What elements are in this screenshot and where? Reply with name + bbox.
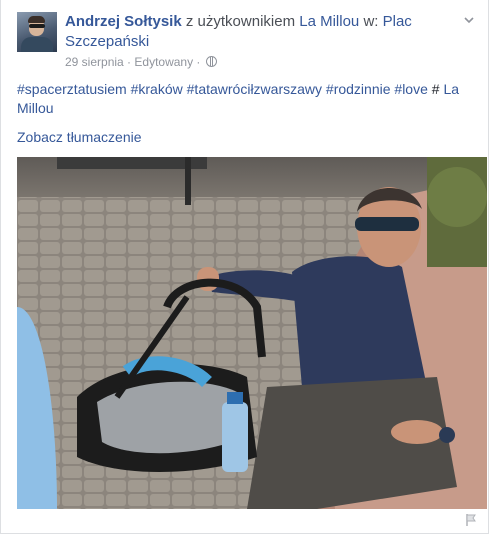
post-photo[interactable]: [17, 157, 487, 509]
hashtag-tatawrocilzwarszawy[interactable]: #tatawróciłzwarszawy: [187, 81, 322, 97]
at-text: w:: [359, 13, 383, 30]
see-translation-link[interactable]: Zobacz tłumaczenie: [17, 129, 142, 145]
post-header: Andrzej Sołtysik z użytkownikiem La Mill…: [17, 12, 476, 70]
post-text: #spacerztatusiem #kraków #tatawróciłzwar…: [17, 80, 477, 118]
post-date[interactable]: 29 sierpnia: [65, 55, 124, 69]
globe-icon[interactable]: [205, 56, 217, 67]
chevron-down-icon[interactable]: [462, 13, 476, 27]
hashtag-spacerztatusiem[interactable]: #spacerztatusiem: [17, 81, 127, 97]
hashtag-love[interactable]: #love: [394, 81, 427, 97]
post-heading: Andrzej Sołtysik z użytkownikiem La Mill…: [65, 12, 450, 70]
meta-separator: ·: [123, 55, 135, 69]
hashtag-rodzinnie[interactable]: #rodzinnie: [326, 81, 391, 97]
tagged-user[interactable]: La Millou: [299, 13, 359, 30]
author-name[interactable]: Andrzej Sołtysik: [65, 13, 182, 30]
avatar[interactable]: [17, 12, 57, 52]
flag-icon[interactable]: [464, 513, 478, 527]
meta-separator-2: ·: [193, 55, 204, 69]
with-text: z użytkownikiem: [181, 13, 300, 30]
edited-label[interactable]: Edytowany: [134, 55, 193, 69]
hashtag-krakow[interactable]: #kraków: [131, 81, 183, 97]
hash-symbol: #: [431, 81, 440, 97]
post-meta: 29 sierpnia · Edytowany ·: [65, 54, 450, 70]
post-card: Andrzej Sołtysik z użytkownikiem La Mill…: [0, 0, 489, 534]
